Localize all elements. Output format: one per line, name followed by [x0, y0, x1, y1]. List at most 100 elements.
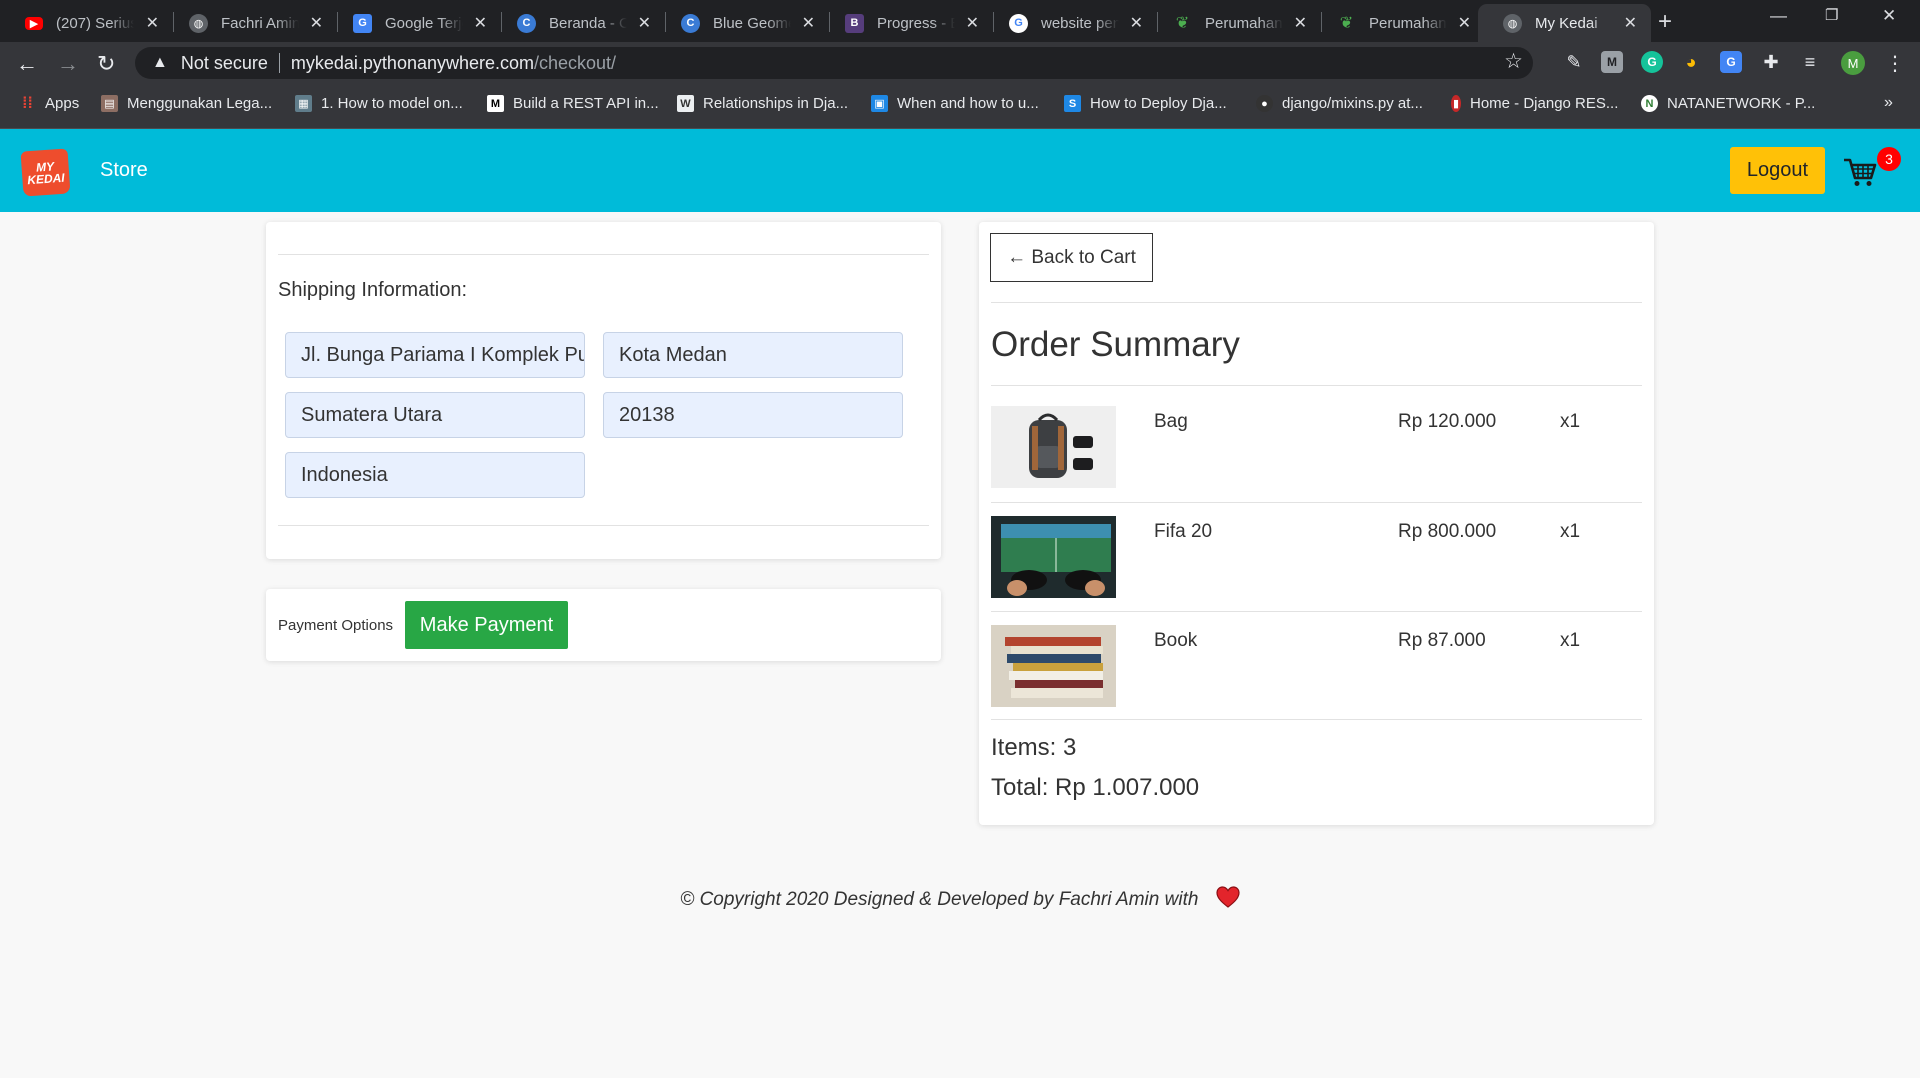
omnibox-divider: [278, 53, 280, 73]
item-name: Bag: [1154, 411, 1188, 432]
divider: [991, 385, 1642, 386]
new-tab-icon[interactable]: +: [1658, 8, 1672, 36]
payment-options-label: Payment Options: [278, 617, 394, 634]
back-to-cart-button[interactable]: ← Back to Cart: [990, 233, 1153, 282]
bookmark-label: NATANETWORK - P...: [1667, 95, 1816, 112]
url-path[interactable]: /checkout/: [534, 53, 616, 74]
profile-avatar[interactable]: M: [1841, 51, 1865, 75]
city-input[interactable]: Kota Medan: [603, 332, 903, 378]
bookmark-item[interactable]: M Build a REST API in...: [487, 95, 659, 112]
item-quantity: x1: [1560, 411, 1581, 432]
make-payment-button[interactable]: Make Payment: [405, 601, 568, 649]
grammarly-extension-icon[interactable]: G: [1641, 51, 1663, 73]
nav-store-link[interactable]: Store: [100, 159, 148, 182]
close-tab-icon[interactable]: ✕: [966, 13, 979, 33]
bookmark-label: Menggunakan Lega...: [127, 95, 273, 112]
mendeley-extension-icon[interactable]: M: [1601, 51, 1623, 73]
bookmark-item[interactable]: S How to Deploy Dja...: [1064, 95, 1227, 112]
browser-tab[interactable]: ❦ Perumahan ✕: [1312, 4, 1485, 42]
youtube-icon: ▶: [25, 16, 43, 30]
close-window-icon[interactable]: ✕: [1882, 6, 1896, 26]
leaf-icon: ❦: [1339, 15, 1354, 32]
google-icon: G: [1009, 13, 1028, 33]
minimize-icon[interactable]: —: [1770, 6, 1787, 26]
product-image-bag: [991, 406, 1116, 488]
translate-extension-icon[interactable]: G: [1720, 51, 1742, 73]
country-input[interactable]: Indonesia: [285, 452, 585, 498]
bookmark-label: When and how to u...: [897, 95, 1039, 112]
bookmark-item[interactable]: ● django/mixins.py at...: [1256, 95, 1423, 112]
close-tab-icon[interactable]: ✕: [146, 13, 159, 33]
close-tab-icon[interactable]: ✕: [1130, 13, 1143, 33]
browser-tab[interactable]: C Blue Geome ✕: [656, 4, 829, 42]
url-host[interactable]: mykedai.pythonanywhere.com: [291, 53, 534, 74]
close-tab-icon[interactable]: ✕: [474, 13, 487, 33]
heart-icon: [1216, 886, 1240, 908]
items-count: Items: 3: [991, 734, 1077, 761]
address-input[interactable]: Jl. Bunga Pariama I Komplek Pu: [285, 332, 585, 378]
copyright-text: © Copyright 2020 Designed & Developed by…: [680, 889, 1199, 910]
bookmark-label: django/mixins.py at...: [1282, 95, 1423, 112]
close-tab-icon[interactable]: ✕: [1294, 13, 1307, 33]
brand-logo[interactable]: MY KEDAI: [20, 148, 71, 197]
browser-tab[interactable]: ◍ Fachri Amin ✕: [164, 4, 337, 42]
browser-tab-bar: ▶ (207) Serius ✕ ◍ Fachri Amin ✕ G Googl…: [0, 0, 1920, 42]
bookmark-item[interactable]: W Relationships in Dja...: [677, 95, 848, 112]
warning-icon[interactable]: ▲: [152, 54, 168, 72]
zipcode-input[interactable]: 20138: [603, 392, 903, 438]
restore-icon[interactable]: ❐: [1825, 6, 1838, 24]
browser-tab-active[interactable]: ◍ My Kedai ✕: [1478, 4, 1651, 42]
bookmark-icon: ▤: [101, 95, 118, 112]
bookmarks-bar: ⁞⁞ Apps ▤ Menggunakan Lega... ▦ 1. How t…: [0, 84, 1920, 129]
bookmark-apps[interactable]: ⁞⁞ Apps: [19, 95, 80, 113]
bootstrap-icon: B: [845, 13, 864, 33]
tab-title: Blue Geome: [713, 14, 791, 32]
shipping-info-heading: Shipping Information:: [278, 279, 468, 301]
extensions-puzzle-icon[interactable]: ✚: [1760, 51, 1782, 73]
bookmark-item[interactable]: ▮ Home - Django RES...: [1451, 95, 1618, 112]
forward-arrow-icon[interactable]: →: [57, 51, 79, 77]
security-status[interactable]: Not secure: [181, 53, 268, 74]
bookmark-item[interactable]: N NATANETWORK - P...: [1641, 95, 1815, 112]
browser-tab[interactable]: G website pen ✕: [984, 4, 1157, 42]
tab-title: My Kedai: [1535, 14, 1598, 32]
item-price: Rp 120.000: [1398, 411, 1497, 432]
close-tab-icon[interactable]: ✕: [1624, 13, 1637, 33]
pen-extension-icon[interactable]: ✎: [1563, 51, 1585, 73]
browser-menu-icon[interactable]: ⋮: [1885, 51, 1905, 76]
cart-count-badge: 3: [1877, 147, 1901, 171]
item-name: Book: [1154, 630, 1198, 651]
media-queue-icon[interactable]: ≡: [1799, 51, 1821, 73]
bookmark-label: Relationships in Dja...: [703, 95, 849, 112]
more-bookmarks-icon[interactable]: »: [1884, 94, 1893, 112]
browser-tab[interactable]: ▶ (207) Serius ✕: [0, 4, 173, 42]
browser-tab[interactable]: B Progress - Bo ✕: [820, 4, 993, 42]
state-input[interactable]: Sumatera Utara: [285, 392, 585, 438]
medium-icon: M: [487, 95, 504, 112]
browser-tab[interactable]: ❦ Perumahan ✕: [1148, 4, 1321, 42]
back-arrow-icon[interactable]: ←: [16, 51, 38, 77]
browser-tab[interactable]: C Beranda - Ca ✕: [492, 4, 665, 42]
bookmark-item[interactable]: ▣ When and how to u...: [871, 95, 1039, 112]
close-tab-icon[interactable]: ✕: [310, 13, 323, 33]
tab-title: Perumahan: [1369, 14, 1447, 32]
close-tab-icon[interactable]: ✕: [638, 13, 651, 33]
shopping-cart-icon[interactable]: [1843, 155, 1877, 189]
close-tab-icon[interactable]: ✕: [1458, 13, 1471, 33]
item-price: Rp 800.000: [1398, 521, 1497, 542]
bookmark-label: Apps: [45, 95, 80, 112]
address-bar[interactable]: ▲ Not secure mykedai.pythonanywhere.com /…: [135, 47, 1533, 79]
bookmark-item[interactable]: ▦ 1. How to model on...: [295, 95, 463, 112]
bookmark-item[interactable]: ▤ Menggunakan Lega...: [101, 95, 272, 112]
bookmark-label: How to Deploy Dja...: [1090, 95, 1227, 112]
order-summary-heading: Order Summary: [991, 325, 1240, 364]
logout-button[interactable]: Logout: [1730, 147, 1825, 194]
divider: [991, 502, 1642, 503]
bookmark-icon: N: [1641, 95, 1658, 112]
close-tab-icon[interactable]: ✕: [802, 13, 815, 33]
bookmark-star-icon[interactable]: ☆: [1504, 49, 1523, 74]
tab-title: (207) Serius: [56, 14, 134, 32]
browser-tab[interactable]: G Google Terje ✕: [328, 4, 501, 42]
color-picker-extension-icon[interactable]: ◕: [1680, 51, 1702, 73]
reload-icon[interactable]: ↻: [97, 51, 115, 77]
